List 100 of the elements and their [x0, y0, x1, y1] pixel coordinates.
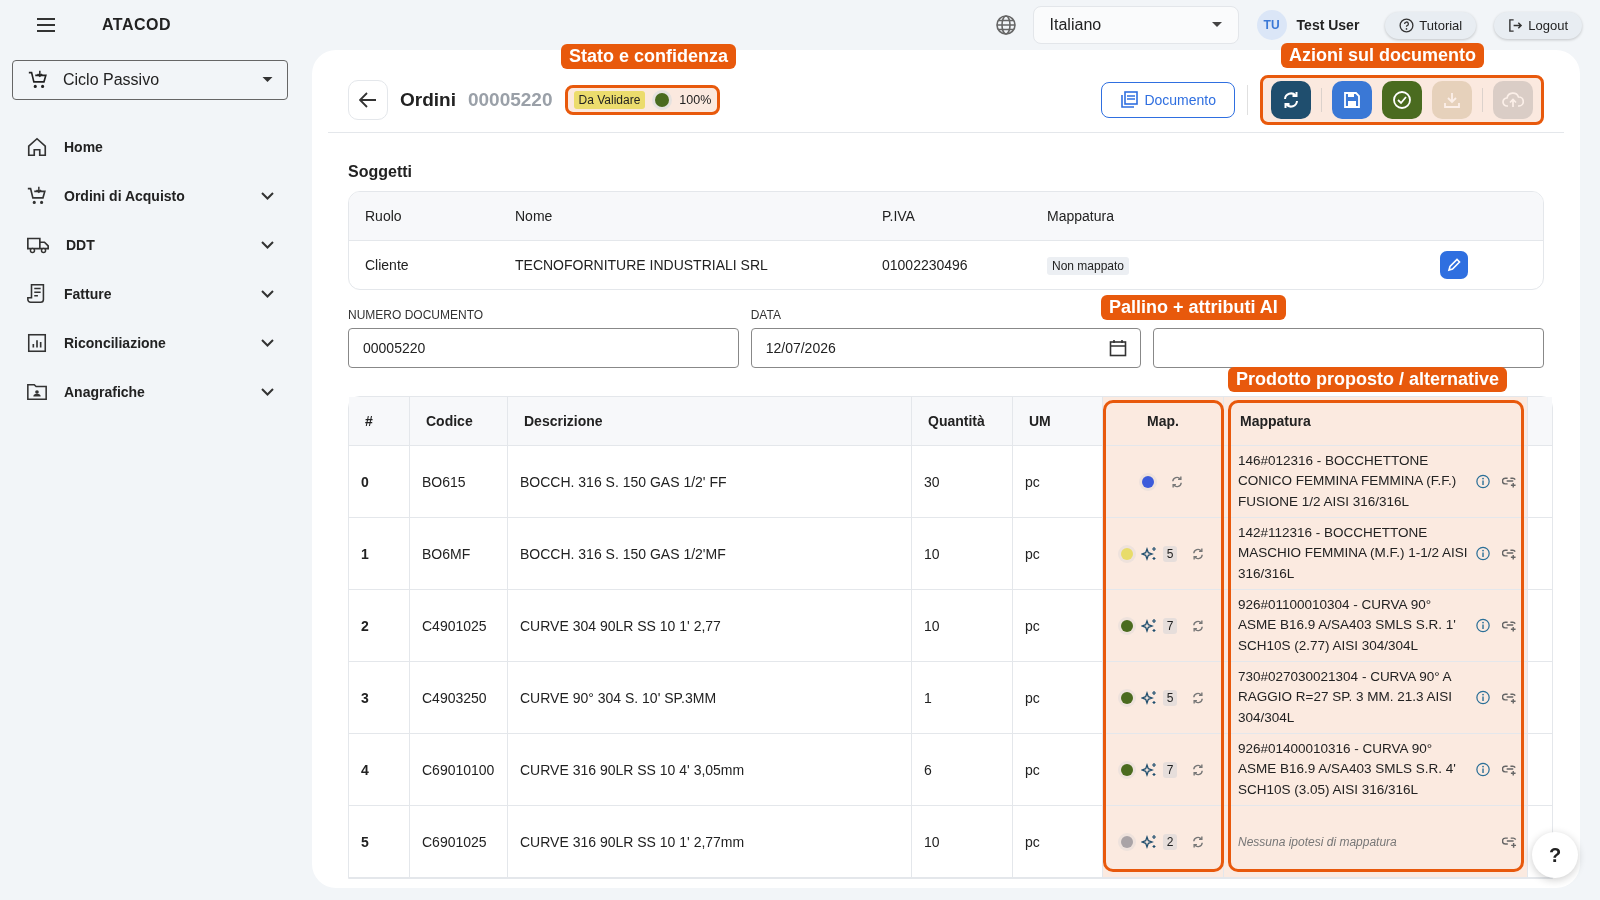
- refresh-icon[interactable]: [1170, 474, 1184, 489]
- cycle-select[interactable]: Ciclo Passivo: [12, 60, 288, 100]
- link-icon[interactable]: [1501, 835, 1517, 848]
- field-label: NUMERO DOCUMENTO: [348, 308, 485, 324]
- table-cell: 1: [912, 662, 1013, 733]
- save-icon: [1343, 91, 1361, 109]
- table-cell: pc: [1013, 734, 1103, 805]
- table-cell: 5: [349, 806, 410, 877]
- sparkle-icon: [1140, 833, 1157, 850]
- globe-icon[interactable]: [994, 14, 1017, 36]
- save-button[interactable]: [1332, 81, 1372, 119]
- link-icon[interactable]: [1502, 763, 1517, 776]
- column-header: #: [349, 397, 410, 445]
- sidebar-item[interactable]: Ordini di Acquisto: [12, 171, 288, 220]
- table-cell: pc: [1013, 662, 1103, 733]
- app-name: ATACOD: [102, 16, 172, 34]
- table-cell: pc: [1013, 446, 1103, 517]
- validate-button[interactable]: [1382, 81, 1422, 119]
- table-cell: 0: [349, 446, 410, 517]
- table-cell: pc: [1013, 590, 1103, 661]
- count-badge: 7: [1162, 617, 1178, 634]
- mapping-text: 142#112316 - BOCCHETTONE MASCHIO FEMMINA (M.F.) 1-1/2 AISI 316/316L: [1238, 523, 1468, 583]
- sparkle-icon: [1140, 689, 1157, 706]
- sidebar-item[interactable]: Fatture: [12, 269, 288, 318]
- input-field[interactable]: 00005220: [348, 328, 739, 368]
- refresh-icon[interactable]: [1191, 762, 1206, 777]
- table-cell: 4: [349, 734, 410, 805]
- caret-icon: [262, 77, 273, 83]
- cart-icon: [26, 184, 48, 207]
- section-title: Soggetti: [348, 163, 413, 181]
- column-header: Mappatura: [1046, 208, 1115, 224]
- table-cell-text: 01002230496: [881, 257, 969, 273]
- sidebar-item[interactable]: Home: [12, 122, 288, 171]
- column-header: Descrizione: [508, 397, 912, 445]
- caret-icon: [1211, 22, 1222, 28]
- pencil-icon: [1447, 258, 1461, 272]
- callout-label: Prodotto proposto / alternative: [1228, 367, 1507, 392]
- date-field[interactable]: 12/07/2026: [750, 328, 1142, 368]
- sidebar-item[interactable]: DDT: [12, 220, 288, 269]
- info-icon[interactable]: [1476, 690, 1491, 705]
- count-badge: 7: [1162, 761, 1178, 778]
- link-icon[interactable]: [1502, 547, 1517, 560]
- refresh-icon[interactable]: [1191, 546, 1206, 561]
- table-cell: 30: [912, 446, 1013, 517]
- mapping-text: 926#01100010304 - CURVA 90° ASME B16.9 A/SA403 SMLS S.R. 1' SCH10S (2.77) AISI 304/304L: [1238, 595, 1457, 655]
- sidebar-item[interactable]: Riconciliazione: [12, 318, 288, 367]
- table-cell: BOCCH. 316 S. 150 GAS 1/2' FF: [508, 446, 912, 517]
- info-icon[interactable]: [1476, 618, 1491, 633]
- sparkle-icon: [1140, 761, 1157, 778]
- column-header: Ruolo: [364, 208, 403, 224]
- edit-button[interactable]: [1440, 251, 1468, 279]
- link-icon[interactable]: [1502, 691, 1517, 704]
- calendar-icon[interactable]: [1109, 339, 1128, 357]
- callout-label: Azioni sul documento: [1281, 43, 1484, 68]
- refresh-icon[interactable]: [1191, 618, 1206, 633]
- table-cell-text: Cliente: [364, 257, 410, 273]
- info-icon[interactable]: [1476, 546, 1491, 561]
- sidebar-item[interactable]: Anagrafiche: [12, 367, 288, 416]
- link-icon[interactable]: [1502, 475, 1517, 488]
- link-icon[interactable]: [1502, 619, 1517, 632]
- tutorial-button[interactable]: Tutorial: [1385, 11, 1477, 39]
- language-select[interactable]: Italiano: [1032, 6, 1239, 44]
- table-cell: CURVE 316 90LR SS 10 4' 3,05mm: [508, 734, 912, 805]
- info-icon[interactable]: [1476, 474, 1491, 489]
- menu-icon[interactable]: [34, 15, 58, 35]
- logout-button[interactable]: Logout: [1494, 11, 1582, 39]
- input-field[interactable]: [1153, 328, 1544, 368]
- table-cell: CURVE 304 90LR SS 10 1' 2,77: [508, 590, 912, 661]
- column-header: Nome: [514, 208, 554, 224]
- table-cell: 1: [349, 518, 410, 589]
- document-button[interactable]: Documento: [1101, 82, 1235, 118]
- table-cell: BO6MF: [410, 518, 508, 589]
- table-cell: 6: [912, 734, 1013, 805]
- callout-label: Pallino + attributi AI: [1101, 295, 1286, 320]
- table-cell: C4901025: [410, 590, 508, 661]
- cart-icon: [27, 69, 49, 91]
- table-cell: C4903250: [410, 662, 508, 733]
- chart-icon: [26, 331, 48, 354]
- cloud-upload-icon: [1502, 91, 1524, 109]
- check-circle-icon: [1392, 90, 1412, 110]
- refresh-icon[interactable]: [1191, 690, 1206, 705]
- refresh-icon[interactable]: [1191, 834, 1206, 849]
- back-button[interactable]: [348, 80, 388, 120]
- sparkle-icon: [1140, 545, 1157, 562]
- refresh-button[interactable]: [1271, 81, 1311, 119]
- empty-mapping-note: Nessuna ipotesi di mappatura: [1238, 834, 1398, 849]
- user-name: Test User: [1296, 17, 1360, 33]
- mapping-text: 730#027030021304 - CURVA 90° A RAGGIO R=27 SP. 3 MM. 21.3 AISI 304/304L: [1238, 667, 1453, 727]
- table-cell: 10: [912, 590, 1013, 661]
- column-header: Map.: [1103, 397, 1224, 445]
- table-cell: BOCCH. 316 S. 150 GAS 1/2'MF: [508, 518, 912, 589]
- count-badge: 2: [1162, 833, 1178, 850]
- column-header: Quantità: [912, 397, 1013, 445]
- table-cell: CURVE 316 90LR SS 10 1' 2,77mm: [508, 806, 912, 877]
- sparkle-icon: [1140, 617, 1157, 634]
- confidence-value: 100%: [679, 93, 712, 107]
- table-cell: C69010100: [410, 734, 508, 805]
- table-cell: C6901025: [410, 806, 508, 877]
- info-icon[interactable]: [1476, 762, 1491, 777]
- page-title: Ordini: [400, 89, 456, 111]
